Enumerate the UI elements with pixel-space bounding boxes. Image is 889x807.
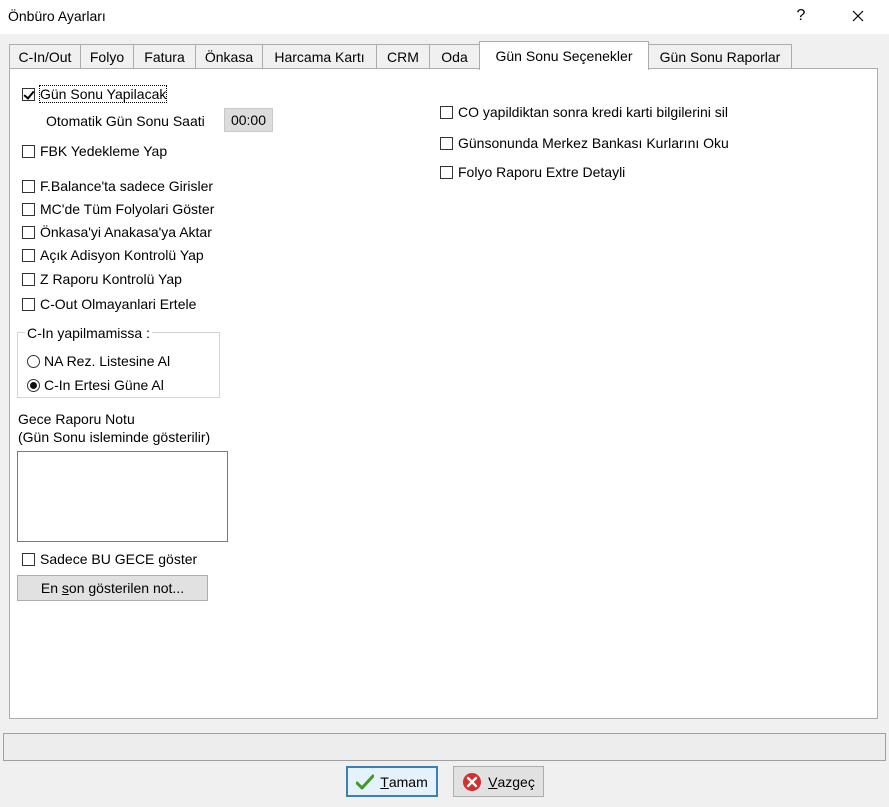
- window-title: Önbüro Ayarları: [8, 8, 106, 24]
- tab-harcama-karti[interactable]: Harcama Kartı: [262, 44, 377, 68]
- cancel-icon: [463, 772, 482, 791]
- only-tonight-label: Sadece BU GECE göster: [40, 551, 198, 567]
- ok-button[interactable]: Tamam: [346, 766, 438, 797]
- tab-cin-out[interactable]: C-In/Out: [9, 44, 81, 68]
- checkbox-icon: [22, 272, 35, 286]
- option-label: C-Out Olmayanlari Ertele: [40, 296, 197, 312]
- radio-icon: [27, 354, 40, 368]
- note-sublabel: (Gün Sonu isleminde gösterilir): [18, 429, 211, 445]
- onkasa-aktar-checkbox[interactable]: Önkasa'yi Anakasa'ya Aktar: [22, 224, 212, 240]
- option-label: Z Raporu Kontrolü Yap: [40, 271, 182, 287]
- close-button[interactable]: [835, 0, 881, 32]
- close-icon: [852, 10, 864, 22]
- cin-group-legend: C-In yapilmamissa :: [25, 325, 152, 341]
- radio-label: NA Rez. Listesine Al: [44, 353, 171, 369]
- gun-sonu-label: Gün Sonu Yapilacak: [38, 85, 168, 103]
- checkbox-icon: [440, 105, 453, 119]
- acik-adisyon-checkbox[interactable]: Açık Adisyon Kontrolü Yap: [22, 247, 204, 263]
- option-label: Açık Adisyon Kontrolü Yap: [40, 247, 204, 263]
- check-icon: [356, 774, 375, 789]
- title-bar: Önbüro Ayarları ?: [0, 0, 889, 34]
- last-note-button[interactable]: En s on gösterilen not...: [17, 575, 208, 601]
- option-label: Folyo Raporu Extre Detayli: [458, 164, 626, 180]
- merkez-bankasi-checkbox[interactable]: Günsonunda Merkez Bankası Kurlarını Oku: [440, 135, 729, 151]
- tab-fatura[interactable]: Fatura: [133, 44, 196, 68]
- fbk-checkbox[interactable]: FBK Yedekleme Yap: [22, 143, 167, 159]
- status-bar: [3, 733, 886, 761]
- option-label: CO yapildiktan sonra kredi karti bilgile…: [458, 104, 728, 120]
- fbk-label: FBK Yedekleme Yap: [40, 143, 168, 159]
- btn-text: amam: [388, 773, 428, 790]
- radio-icon: [27, 378, 40, 392]
- checkbox-icon: [22, 144, 35, 158]
- option-label: MC'de Tüm Folyolari Göster: [40, 201, 215, 217]
- tab-oda[interactable]: Oda: [429, 44, 480, 68]
- btn-text: on gösterilen not...: [68, 580, 185, 596]
- option-label: Günsonunda Merkez Bankası Kurlarını Oku: [458, 135, 729, 151]
- radio-label: C-In Ertesi Güne Al: [44, 377, 164, 393]
- btn-text: azgeç: [497, 773, 535, 790]
- btn-text: En: [40, 580, 62, 596]
- checkbox-icon: [22, 552, 35, 566]
- checkbox-icon: [440, 136, 453, 150]
- cin-ertesi-gun-radio[interactable]: C-In Ertesi Güne Al: [27, 377, 164, 393]
- na-rez-radio[interactable]: NA Rez. Listesine Al: [27, 353, 170, 369]
- fbalance-checkbox[interactable]: F.Balance'ta sadece Girisler: [22, 178, 213, 194]
- folyo-extre-checkbox[interactable]: Folyo Raporu Extre Detayli: [440, 164, 625, 180]
- tab-onkasa[interactable]: Önkasa: [195, 44, 263, 68]
- tab-gun-sonu-secenekler[interactable]: Gün Sonu Seçenekler: [479, 41, 649, 70]
- checkbox-icon: [22, 248, 35, 262]
- btn-accel: s: [61, 580, 69, 596]
- checkbox-icon: [22, 179, 35, 193]
- cout-ertele-checkbox[interactable]: C-Out Olmayanlari Ertele: [22, 296, 196, 312]
- co-kredi-karti-checkbox[interactable]: CO yapildiktan sonra kredi karti bilgile…: [440, 104, 728, 120]
- btn-accel: T: [380, 773, 389, 790]
- checkbox-icon: [440, 165, 453, 179]
- option-label: F.Balance'ta sadece Girisler: [40, 178, 214, 194]
- only-tonight-checkbox[interactable]: Sadece BU GECE göster: [22, 551, 197, 567]
- tab-folyo[interactable]: Folyo: [80, 44, 134, 68]
- checkbox-icon: [22, 297, 35, 311]
- tab-gun-sonu-raporlar[interactable]: Gün Sonu Raporlar: [648, 44, 792, 68]
- checkbox-icon: [22, 202, 35, 216]
- gun-sonu-checkbox[interactable]: Gün Sonu Yapilacak: [22, 85, 168, 103]
- checkbox-icon: [22, 225, 35, 239]
- z-raporu-checkbox[interactable]: Z Raporu Kontrolü Yap: [22, 271, 182, 287]
- cancel-button[interactable]: Vazgeç: [453, 766, 544, 797]
- note-label: Gece Raporu Notu: [18, 411, 135, 427]
- tab-crm[interactable]: CRM: [376, 44, 430, 68]
- auto-time-input[interactable]: 00:00: [224, 108, 273, 132]
- mc-folyolar-checkbox[interactable]: MC'de Tüm Folyolari Göster: [22, 201, 214, 217]
- checkbox-icon: [22, 87, 35, 101]
- night-report-note-input[interactable]: [17, 451, 228, 542]
- help-button[interactable]: ?: [778, 0, 824, 32]
- btn-accel: V: [488, 773, 498, 790]
- auto-time-label: Otomatik Gün Sonu Saati: [46, 113, 205, 129]
- option-label: Önkasa'yi Anakasa'ya Aktar: [40, 224, 212, 240]
